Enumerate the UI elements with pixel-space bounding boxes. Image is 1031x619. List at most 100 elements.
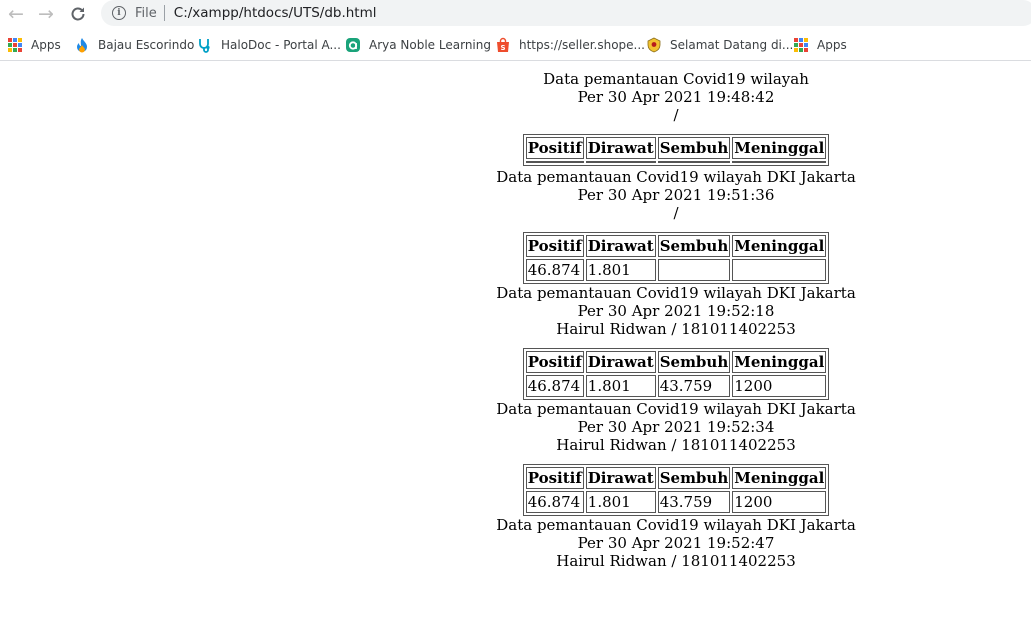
header-dirawat: Dirawat	[585, 235, 656, 257]
table-row: 46.874 1.801 43.759 1200	[525, 491, 827, 513]
table-header-row: Positif Dirawat Sembuh Meninggal	[525, 467, 827, 489]
header-dirawat: Dirawat	[585, 351, 656, 373]
report-title: Data pemantauan Covid19 wilayah DKI Jaka…	[496, 400, 856, 418]
bookmark-label: Arya Noble Learning	[369, 38, 491, 52]
bookmarks-bar: Apps Bajau Escorindo HaloDoc - Portal A.…	[0, 30, 1031, 61]
report-author: /	[673, 204, 679, 222]
header-positif: Positif	[525, 467, 584, 489]
cell-sembuh	[657, 259, 731, 281]
report-timestamp: Per 30 Apr 2021 19:52:18	[577, 302, 775, 320]
report-title: Data pemantauan Covid19 wilayah DKI Jaka…	[496, 516, 856, 534]
apps-grid-dot	[18, 48, 22, 52]
table-header-row: Positif Dirawat Sembuh Meninggal	[525, 137, 827, 159]
cell-meninggal: 1200	[732, 375, 827, 397]
report-author: Hairul Ridwan / 181011402253	[556, 320, 796, 338]
cell-positif: 46.874	[525, 259, 584, 281]
table-row: 46.874 1.801	[525, 259, 827, 281]
apps-grid-dot	[8, 43, 12, 47]
bookmark-label: Apps	[31, 38, 61, 52]
cell-dirawat: 1.801	[585, 491, 656, 513]
cell-meninggal	[732, 259, 827, 281]
cell-positif: 46.874	[525, 491, 584, 513]
apps-grid-dot	[8, 48, 12, 52]
shopee-bag-icon: S	[495, 37, 511, 53]
header-sembuh: Sembuh	[657, 467, 731, 489]
table-cell	[585, 161, 656, 163]
apps-grid-icon	[793, 37, 809, 53]
header-sembuh: Sembuh	[657, 351, 731, 373]
report-author: Hairul Ridwan / 181011402253	[556, 552, 796, 570]
header-sembuh: Sembuh	[657, 137, 731, 159]
table-cell	[732, 161, 827, 163]
cell-meninggal: 1200	[732, 491, 827, 513]
stethoscope-icon	[197, 37, 213, 53]
header-dirawat: Dirawat	[585, 467, 656, 489]
covid-table: Positif Dirawat Sembuh Meninggal	[522, 134, 830, 166]
bookmark-label: https://seller.shope...	[519, 38, 645, 52]
header-meninggal: Meninggal	[732, 137, 827, 159]
report-timestamp: Per 30 Apr 2021 19:48:42	[577, 88, 775, 106]
bookmark-label: Bajau Escorindo	[98, 38, 195, 52]
apps-grid-dot	[18, 43, 22, 47]
apps-grid-dot	[799, 43, 803, 47]
bookmark-label: HaloDoc - Portal A...	[221, 38, 341, 52]
apps-grid-dot	[794, 38, 798, 42]
table-row: 46.874 1.801 43.759 1200	[525, 375, 827, 397]
arrow-right-icon: →	[38, 2, 54, 25]
report-title: Data pemantauan Covid19 wilayah DKI Jaka…	[496, 284, 856, 302]
cell-sembuh: 43.759	[657, 491, 731, 513]
arya-logo-icon	[345, 37, 361, 53]
report-author: Hairul Ridwan / 181011402253	[556, 436, 796, 454]
header-sembuh: Sembuh	[657, 235, 731, 257]
forward-button[interactable]: →	[34, 2, 58, 26]
omnibox-divider	[163, 5, 165, 21]
back-button[interactable]: ←	[4, 2, 28, 26]
bookmark-halodoc[interactable]: HaloDoc - Portal A...	[197, 33, 341, 57]
bookmark-apps-2[interactable]: Apps	[793, 33, 847, 57]
apps-grid-dot	[794, 43, 798, 47]
covid-table: Positif Dirawat Sembuh Meninggal 46.874 …	[522, 464, 830, 516]
bookmark-label: Apps	[817, 38, 847, 52]
apps-grid-dot	[8, 38, 12, 42]
covid-table: Positif Dirawat Sembuh Meninggal 46.874 …	[522, 348, 830, 400]
emblem-icon	[646, 37, 662, 53]
table-cell	[525, 161, 584, 163]
apps-grid-dot	[799, 38, 803, 42]
apps-grid-dot	[13, 43, 17, 47]
address-bar[interactable]: i File C:/xampp/htdocs/UTS/db.html	[101, 0, 1031, 26]
apps-grid-dot	[13, 48, 17, 52]
apps-grid-dot	[18, 38, 22, 42]
apps-grid-dot	[804, 48, 808, 52]
table-header-row: Positif Dirawat Sembuh Meninggal	[525, 351, 827, 373]
covid-table: Positif Dirawat Sembuh Meninggal 46.874 …	[522, 232, 830, 284]
cell-sembuh: 43.759	[657, 375, 731, 397]
bookmark-arya-noble[interactable]: Arya Noble Learning	[345, 33, 491, 57]
report-timestamp: Per 30 Apr 2021 19:52:34	[577, 418, 775, 436]
bookmark-bajau-escorindo[interactable]: Bajau Escorindo	[74, 33, 194, 57]
apps-grid-dot	[804, 43, 808, 47]
reload-button[interactable]	[66, 2, 90, 26]
cell-dirawat: 1.801	[585, 259, 656, 281]
bookmark-selamat-datang[interactable]: Selamat Datang di...	[646, 33, 793, 57]
table-cell	[657, 161, 731, 163]
report-timestamp: Per 30 Apr 2021 19:51:36	[577, 186, 775, 204]
apps-grid-icon	[7, 37, 23, 53]
url-text[interactable]: C:/xampp/htdocs/UTS/db.html	[174, 5, 377, 21]
report-title: Data pemantauan Covid19 wilayah	[543, 70, 809, 88]
reload-icon	[71, 7, 85, 21]
header-positif: Positif	[525, 235, 584, 257]
info-icon[interactable]: i	[112, 6, 126, 20]
header-dirawat: Dirawat	[585, 137, 656, 159]
bookmark-label: Selamat Datang di...	[670, 38, 794, 52]
apps-grid-dot	[794, 48, 798, 52]
bookmark-shopee[interactable]: S https://seller.shope...	[495, 33, 645, 57]
flame-icon	[74, 37, 90, 53]
bookmark-apps[interactable]: Apps	[7, 33, 61, 57]
report-timestamp: Per 30 Apr 2021 19:52:47	[577, 534, 775, 552]
apps-grid-dot	[799, 48, 803, 52]
apps-grid-dot	[13, 38, 17, 42]
browser-toolbar: ← → i File C:/xampp/htdocs/UTS/db.html	[0, 0, 1031, 29]
report-author: /	[673, 106, 679, 124]
header-positif: Positif	[525, 137, 584, 159]
report-title: Data pemantauan Covid19 wilayah DKI Jaka…	[496, 168, 856, 186]
